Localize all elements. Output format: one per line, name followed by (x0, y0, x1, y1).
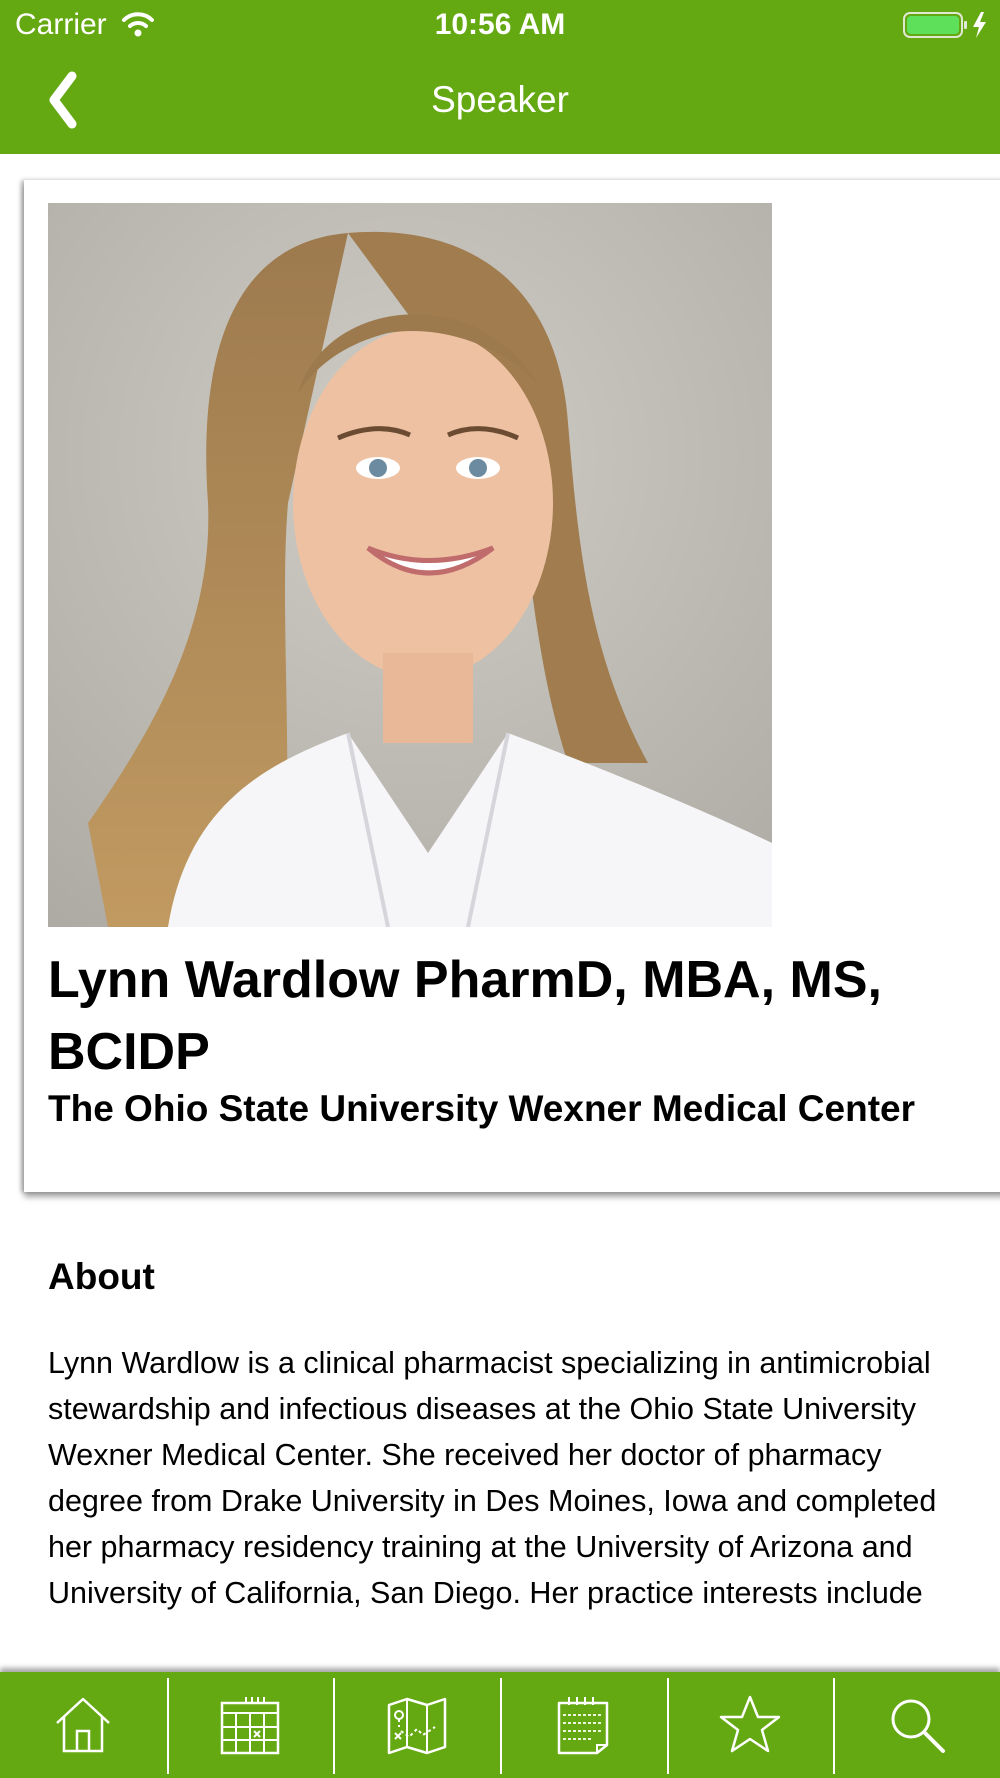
tab-favorites[interactable] (666, 1672, 834, 1778)
speaker-card: Lynn Wardlow PharmD, MBA, MS, BCIDP The … (24, 180, 1000, 1192)
tab-search[interactable] (833, 1672, 1000, 1778)
app-header: Carrier 10:56 AM Speaker (0, 0, 1000, 154)
about-heading: About (48, 1256, 155, 1297)
tab-home[interactable] (0, 1672, 167, 1778)
calendar-grid-icon (220, 1697, 280, 1755)
status-bar: Carrier 10:56 AM (0, 0, 1000, 50)
status-time: 10:56 AM (434, 8, 566, 41)
speaker-organization: The Ohio State University Wexner Medical… (48, 1088, 916, 1129)
tab-bar (0, 1672, 1000, 1778)
star-icon (719, 1695, 781, 1753)
search-icon (891, 1699, 945, 1753)
tab-notes[interactable] (500, 1672, 667, 1778)
battery-icon (903, 12, 986, 38)
tab-schedule[interactable] (166, 1672, 334, 1778)
page-title: Speaker (431, 79, 569, 120)
speaker-photo (48, 203, 772, 927)
tab-map[interactable] (333, 1672, 500, 1778)
notepad-icon (558, 1697, 609, 1755)
about-text: Lynn Wardlow is a clinical pharmacist sp… (48, 1346, 937, 1610)
home-icon (56, 1697, 111, 1753)
map-icon (387, 1697, 446, 1755)
speaker-name: Lynn Wardlow PharmD, MBA, MS, BCIDP (48, 951, 882, 1081)
